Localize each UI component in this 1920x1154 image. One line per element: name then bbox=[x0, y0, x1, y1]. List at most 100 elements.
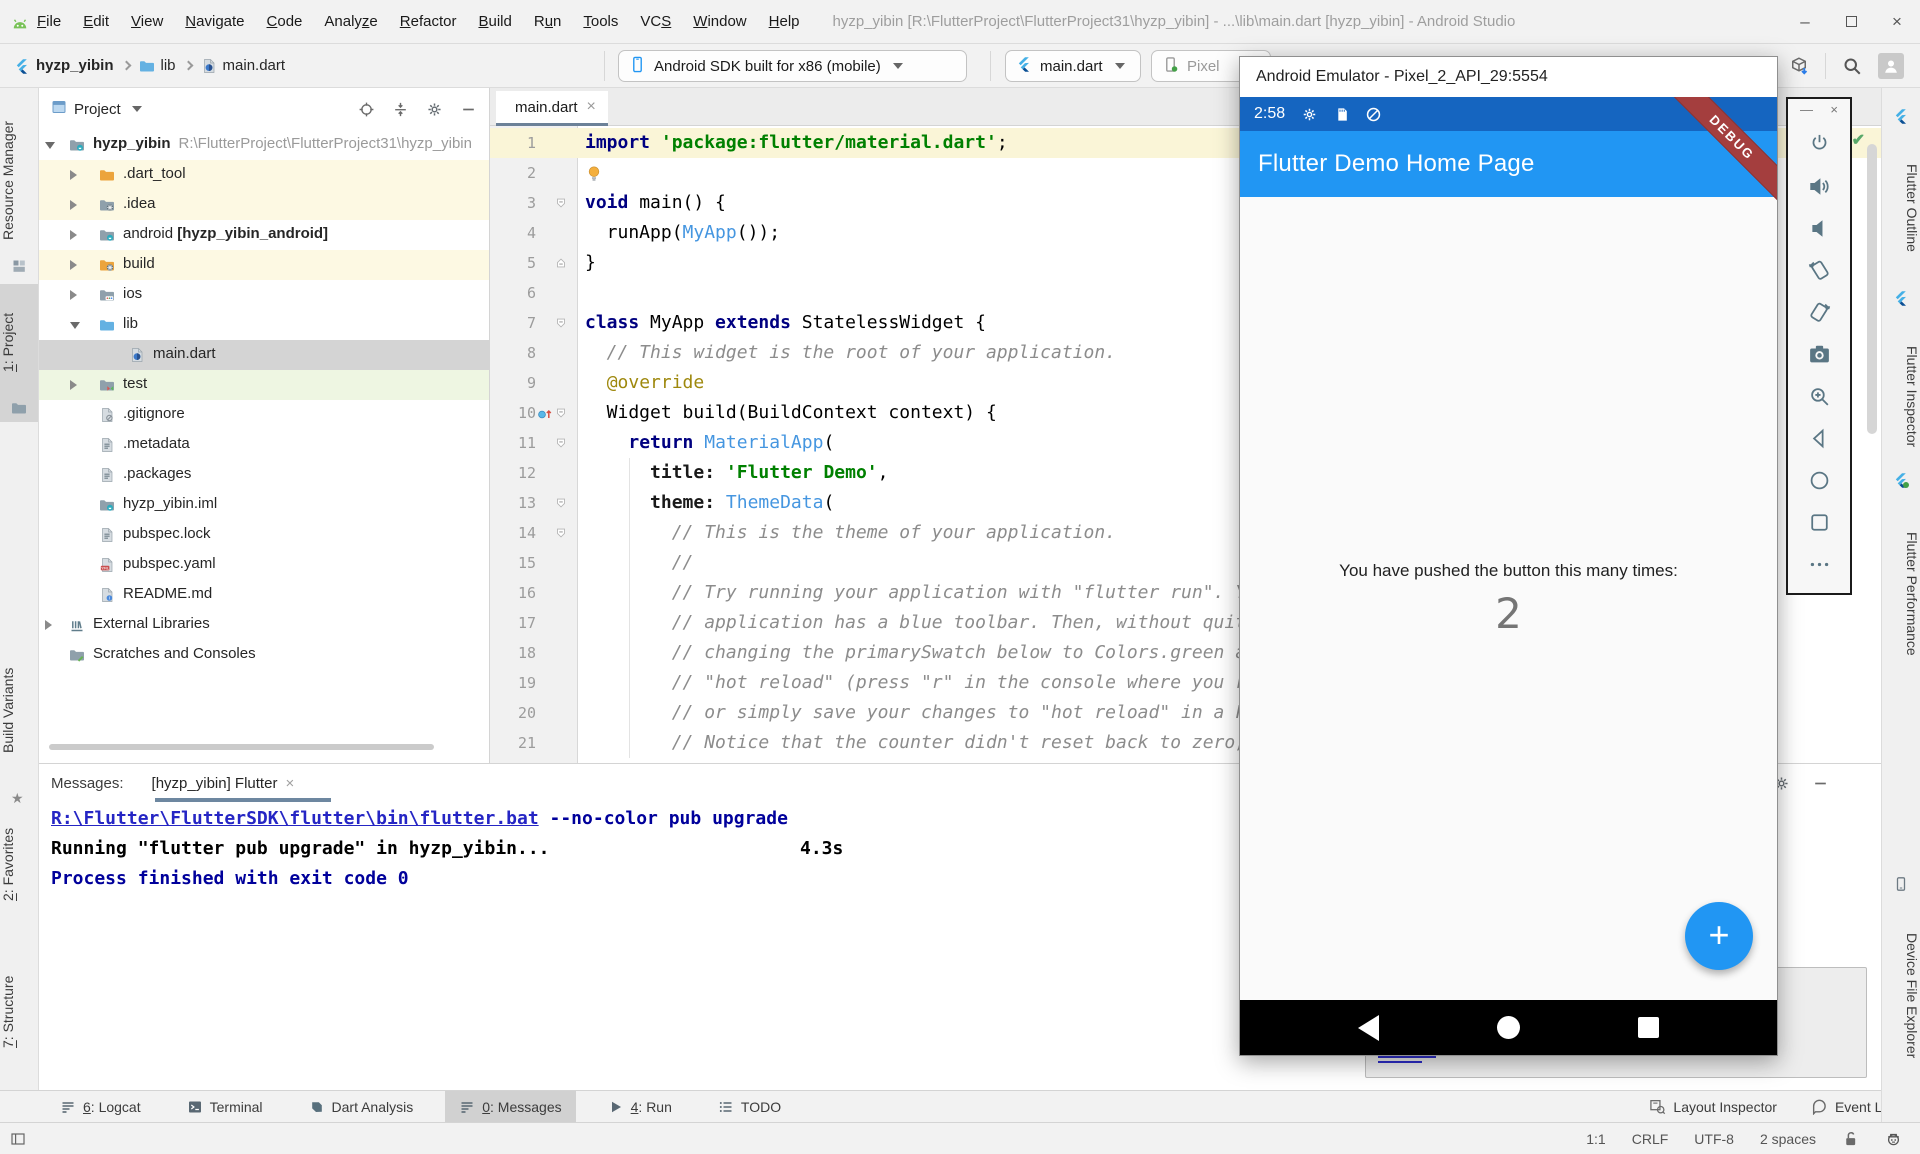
emulator-more-button[interactable] bbox=[1788, 543, 1850, 585]
chevron-right-icon[interactable] bbox=[70, 200, 77, 210]
chevron-down-icon[interactable] bbox=[70, 322, 80, 329]
stripe-item-flutter-inspector[interactable]: Flutter Inspector bbox=[1882, 314, 1920, 480]
minimize-icon[interactable]: — bbox=[1800, 102, 1813, 123]
nav-home-button[interactable] bbox=[1497, 1016, 1520, 1039]
horizontal-scrollbar[interactable] bbox=[49, 744, 434, 750]
chevron-right-icon[interactable] bbox=[70, 170, 77, 180]
project-tree-row[interactable]: YMLpubspec.yaml bbox=[39, 550, 490, 580]
project-tree-row[interactable]: ios bbox=[39, 280, 490, 310]
resource-manager-icon[interactable] bbox=[11, 258, 27, 274]
project-tree-row[interactable]: iREADME.md bbox=[39, 580, 490, 610]
menu-code[interactable]: Code bbox=[256, 13, 314, 30]
highlight-level-icon[interactable] bbox=[1885, 1130, 1902, 1147]
fold-end-icon[interactable] bbox=[554, 255, 568, 271]
menu-analyze[interactable]: Analyze bbox=[313, 13, 388, 30]
project-tree-row[interactable]: pubspec.lock bbox=[39, 520, 490, 550]
tool-window-toggle-icon[interactable] bbox=[10, 1131, 26, 1147]
menu-tools[interactable]: Tools bbox=[572, 13, 629, 30]
close-icon[interactable]: × bbox=[1830, 102, 1838, 123]
project-tree-row[interactable]: .packages bbox=[39, 460, 490, 490]
emulator-volume-down-button[interactable] bbox=[1788, 207, 1850, 249]
project-tree-row[interactable]: .metadata bbox=[39, 430, 490, 460]
close-tab-icon[interactable]: × bbox=[587, 98, 596, 116]
stripe-item-1-project[interactable]: 1: Project bbox=[0, 294, 38, 390]
fold-open-icon[interactable] bbox=[554, 405, 568, 421]
chevron-right-icon[interactable] bbox=[70, 230, 77, 240]
breadcrumb-item[interactable]: main.dart bbox=[201, 57, 286, 74]
stripe-item-flutter-outline[interactable]: Flutter Outline bbox=[1882, 132, 1920, 284]
override-icon[interactable] bbox=[537, 405, 553, 421]
toolwindow-button-4-run[interactable]: 4: Run bbox=[594, 1091, 686, 1123]
emulator-screenshot-button[interactable] bbox=[1788, 333, 1850, 375]
menu-run[interactable]: Run bbox=[523, 13, 573, 30]
chevron-right-icon[interactable] bbox=[45, 620, 52, 630]
toolwindow-button-0-messages[interactable]: 0: Messages bbox=[445, 1091, 575, 1123]
chevron-down-icon[interactable] bbox=[132, 106, 142, 112]
device-icon[interactable] bbox=[1893, 876, 1909, 892]
chevron-down-icon[interactable] bbox=[45, 142, 55, 149]
stripe-item-flutter-performance[interactable]: Flutter Performance bbox=[1882, 496, 1920, 692]
bulb-icon[interactable] bbox=[585, 164, 603, 182]
emulator-rotate-left-button[interactable] bbox=[1788, 249, 1850, 291]
fold-open-icon[interactable] bbox=[554, 195, 568, 211]
toolwindow-button-terminal[interactable]: Terminal bbox=[173, 1091, 277, 1123]
inspection-ok-icon[interactable]: ✔ bbox=[1852, 130, 1865, 150]
sdk-manager-icon[interactable] bbox=[1789, 56, 1809, 76]
status-item[interactable]: CRLF bbox=[1632, 1131, 1669, 1147]
lock-icon[interactable] bbox=[1842, 1130, 1859, 1147]
project-tree-row[interactable]: External Libraries bbox=[39, 610, 490, 640]
stripe-item-resource-manager[interactable]: Resource Manager bbox=[0, 104, 38, 256]
vertical-scrollbar[interactable] bbox=[1867, 144, 1877, 434]
chevron-right-icon[interactable] bbox=[70, 290, 77, 300]
hide-icon[interactable] bbox=[460, 101, 477, 118]
collapse-all-icon[interactable] bbox=[392, 101, 409, 118]
flutter-green-icon[interactable] bbox=[1893, 472, 1909, 488]
emulator-power-button[interactable] bbox=[1788, 123, 1850, 165]
stripe-item-2-favorites[interactable]: 2: Favorites bbox=[0, 814, 38, 914]
toolwindow-button-todo[interactable]: TODO bbox=[704, 1091, 795, 1123]
status-item[interactable]: 2 spaces bbox=[1760, 1131, 1816, 1147]
device-selector[interactable]: Android SDK built for x86 (mobile) bbox=[618, 50, 967, 82]
menu-file[interactable]: File bbox=[26, 13, 72, 30]
project-tree-row[interactable]: android [hyzp_yibin_android] bbox=[39, 220, 490, 250]
search-icon[interactable] bbox=[1842, 56, 1862, 76]
close-icon[interactable]: × bbox=[1874, 12, 1920, 32]
project-tree-row[interactable]: build bbox=[39, 250, 490, 280]
emulator-back-button[interactable] bbox=[1788, 417, 1850, 459]
chevron-right-icon[interactable] bbox=[70, 260, 77, 270]
flutter-icon[interactable] bbox=[1893, 108, 1909, 124]
nav-overview-button[interactable] bbox=[1638, 1017, 1659, 1038]
emulator-home-button[interactable] bbox=[1788, 459, 1850, 501]
hide-icon[interactable] bbox=[1812, 775, 1829, 792]
fold-open-icon[interactable] bbox=[554, 525, 568, 541]
toolwindow-button-layout-inspector[interactable]: Layout Inspector bbox=[1649, 1091, 1777, 1123]
toolwindow-button-dart-analysis[interactable]: Dart Analysis bbox=[295, 1091, 428, 1123]
emulator-volume-up-button[interactable] bbox=[1788, 165, 1850, 207]
project-tree-row[interactable]: main.dart bbox=[39, 340, 490, 370]
toolwindow-button-6-logcat[interactable]: 6: Logcat bbox=[46, 1091, 155, 1123]
project-panel-title[interactable]: Project bbox=[74, 101, 121, 118]
breadcrumb-item[interactable]: lib bbox=[139, 57, 176, 74]
flutter-icon[interactable] bbox=[1893, 290, 1909, 306]
menu-build[interactable]: Build bbox=[467, 13, 522, 30]
menu-help[interactable]: Help bbox=[758, 13, 811, 30]
locate-icon[interactable] bbox=[358, 101, 375, 118]
menu-edit[interactable]: Edit bbox=[72, 13, 120, 30]
stripe-item-device-file-explorer[interactable]: Device File Explorer bbox=[1882, 900, 1920, 1092]
project-tree-row[interactable]: lib bbox=[39, 310, 490, 340]
settings-icon[interactable] bbox=[426, 101, 443, 118]
emulator-zoom-button[interactable] bbox=[1788, 375, 1850, 417]
tab-main-dart[interactable]: main.dart × bbox=[496, 91, 608, 126]
emulator-overview-button[interactable] bbox=[1788, 501, 1850, 543]
status-item[interactable]: 1:1 bbox=[1586, 1131, 1605, 1147]
nav-back-button[interactable] bbox=[1358, 1015, 1379, 1041]
messages-tab[interactable]: [hyzp_yibin] Flutter × bbox=[152, 775, 295, 792]
menu-refactor[interactable]: Refactor bbox=[389, 13, 468, 30]
avatar[interactable] bbox=[1878, 53, 1904, 79]
fold-open-icon[interactable] bbox=[554, 495, 568, 511]
fold-open-icon[interactable] bbox=[554, 315, 568, 331]
console-link[interactable]: R:\Flutter\FlutterSDK\flutter\bin\flutte… bbox=[51, 808, 539, 829]
menu-navigate[interactable]: Navigate bbox=[174, 13, 255, 30]
close-tab-icon[interactable]: × bbox=[285, 775, 294, 792]
project-tree-row[interactable]: Scratches and Consoles bbox=[39, 640, 490, 670]
